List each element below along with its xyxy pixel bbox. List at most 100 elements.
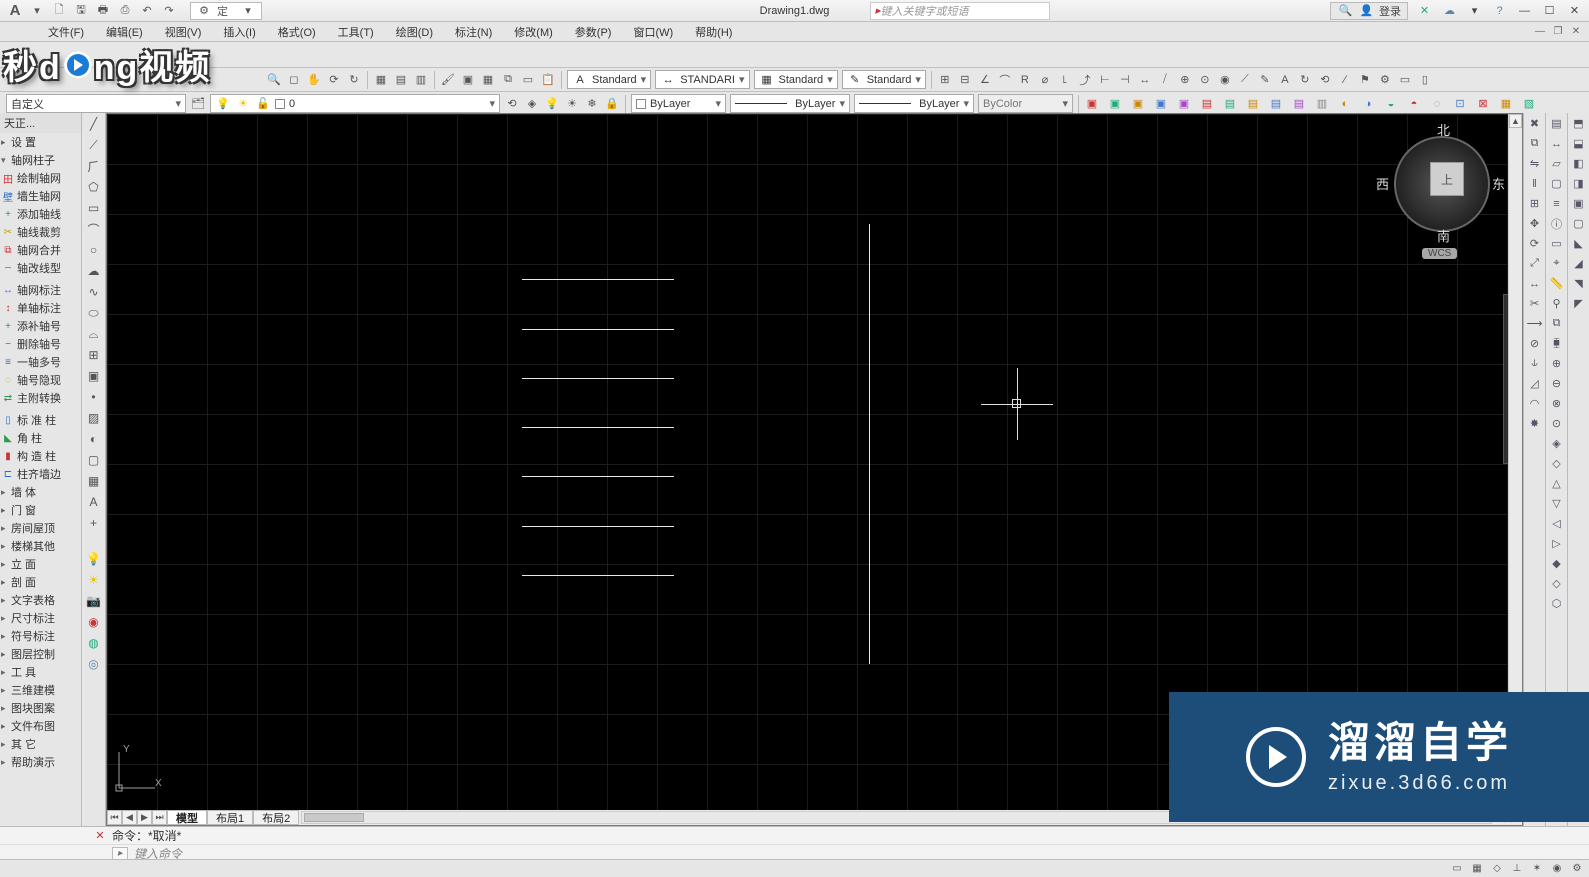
tool-blue2-icon[interactable]: ▤ [1267, 95, 1285, 113]
filter-combo[interactable]: 自定义 ▾ [6, 94, 186, 113]
tz-stair[interactable]: 楼梯其他 [0, 537, 81, 555]
tool-y2-icon[interactable]: ▦ [1497, 95, 1515, 113]
region-tool-icon[interactable]: ▢ [1548, 175, 1565, 192]
left-view-icon[interactable]: ◧ [1570, 155, 1587, 172]
layer-isol-icon[interactable]: ◈ [523, 95, 541, 113]
tab-scroll-prev-icon[interactable]: ◀ [122, 810, 137, 825]
tz-wall[interactable]: 墙 体 [0, 483, 81, 501]
tool-r2-icon[interactable]: ⊠ [1474, 95, 1492, 113]
group-icon[interactable]: ⧉ [1548, 315, 1565, 332]
tz-hide-num[interactable]: ◌轴号隐现 [0, 371, 81, 389]
inspect-icon[interactable]: ◉ [1216, 71, 1234, 89]
layer-freeze-icon[interactable]: ❄ [583, 95, 601, 113]
ungroup-icon[interactable]: ⧯ [1548, 335, 1565, 352]
tz-corner-col[interactable]: ◣角 柱 [0, 429, 81, 447]
tz-elev[interactable]: 立 面 [0, 555, 81, 573]
tz-3d[interactable]: 三维建模 [0, 681, 81, 699]
center-mark-icon[interactable]: ⊙ [1196, 71, 1214, 89]
prop-icon[interactable]: ▦ [372, 71, 390, 89]
mdi-restore-icon[interactable]: ❐ [1551, 24, 1565, 38]
dim-space-icon[interactable]: ↔ [1136, 71, 1154, 89]
tool-b2-icon[interactable]: ⊡ [1451, 95, 1469, 113]
tool-green-icon[interactable]: ▣ [1106, 95, 1124, 113]
dim-break-icon[interactable]: ⧸ [1156, 71, 1174, 89]
material-icon[interactable]: ◍ [85, 634, 103, 652]
tz-settings[interactable]: 设 置 [0, 133, 81, 151]
extend-icon[interactable]: ⟶ [1526, 315, 1543, 332]
tool-f-icon[interactable]: ◇ [1548, 455, 1565, 472]
dim-angular-icon[interactable]: ∠ [976, 71, 994, 89]
sw-iso-icon[interactable]: ◣ [1570, 235, 1587, 252]
dim-linear-icon[interactable]: ⊞ [936, 71, 954, 89]
zoom-window-icon[interactable]: ◻ [285, 71, 303, 89]
tz-single-dim[interactable]: ↕单轴标注 [0, 299, 81, 317]
point-icon[interactable]: • [85, 388, 103, 406]
layer-lock-icon[interactable]: 🔒 [603, 95, 621, 113]
dim-baseline-icon[interactable]: ⊢ [1096, 71, 1114, 89]
tool-i-icon[interactable]: ◁ [1548, 515, 1565, 532]
match-icon[interactable]: 🖌 [439, 71, 457, 89]
maximize-icon[interactable]: ☐ [1541, 2, 1558, 19]
layer-props-icon[interactable]: 🗂 [189, 95, 207, 113]
gradient-icon[interactable]: ◐ [85, 430, 103, 448]
tool-orange2-icon[interactable]: ▤ [1244, 95, 1262, 113]
help-icon[interactable]: ? [1491, 2, 1508, 19]
mtext-icon[interactable]: A [85, 493, 103, 511]
copy-icon[interactable]: ⧉ [1526, 135, 1543, 152]
tz-grid-dim[interactable]: ↔轴网标注 [0, 281, 81, 299]
layer-icon[interactable]: ▥ [412, 71, 430, 89]
dim-style-icon[interactable]: ⚙ [1376, 71, 1394, 89]
tolerance-icon[interactable]: ⊕ [1176, 71, 1194, 89]
tool-orange-icon[interactable]: ▣ [1129, 95, 1147, 113]
tab-scroll-last-icon[interactable]: ⏭ [152, 810, 167, 825]
orbit-icon[interactable]: ⟳ [325, 71, 343, 89]
color-combo[interactable]: ByLayer ▾ [631, 94, 726, 113]
dim-continue-icon[interactable]: ⊣ [1116, 71, 1134, 89]
table-icon[interactable]: ▦ [85, 472, 103, 490]
quick-select-icon[interactable]: ⚲ [1548, 295, 1565, 312]
tz-symbol[interactable]: 符号标注 [0, 627, 81, 645]
pan-icon[interactable]: ✋ [305, 71, 323, 89]
qat-open-icon[interactable]: 🗋 [50, 2, 68, 20]
break-icon[interactable]: ⊘ [1526, 335, 1543, 352]
id-icon[interactable]: ⓘ [1548, 215, 1565, 232]
layer-on-icon[interactable]: ☀ [563, 95, 581, 113]
arc-icon[interactable]: ⌒ [85, 220, 103, 238]
tz-other[interactable]: 其 它 [0, 735, 81, 753]
menu-insert[interactable]: 插入(I) [223, 24, 255, 40]
region-icon[interactable]: ▢ [85, 451, 103, 469]
addselected-icon[interactable]: + [85, 514, 103, 532]
minimize-icon[interactable]: — [1516, 2, 1533, 19]
qat-save-icon[interactable]: 🖫 [72, 2, 90, 20]
mdi-close-icon[interactable]: ✕ [1569, 24, 1583, 38]
tz-file[interactable]: 文件布图 [0, 717, 81, 735]
tool-y1-icon[interactable]: ◐ [1336, 95, 1354, 113]
tool-m-icon[interactable]: ⬡ [1548, 595, 1565, 612]
dimstyle-combo[interactable]: ↔ STANDARI ▾ [655, 70, 749, 89]
tool-purple-icon[interactable]: ▣ [1175, 95, 1193, 113]
qat-plot-icon[interactable]: ⎙ [116, 2, 134, 20]
mdi-minimize-icon[interactable]: — [1533, 24, 1547, 38]
hatch-icon[interactable]: ▨ [85, 409, 103, 427]
tz-wall-grid[interactable]: 壁墙生轴网 [0, 187, 81, 205]
tz-layer[interactable]: 图层控制 [0, 645, 81, 663]
dropdown-icon[interactable]: ▾ [1466, 2, 1483, 19]
visual-icon[interactable]: ◎ [85, 655, 103, 673]
block-icon[interactable]: ▣ [459, 71, 477, 89]
viewport-icon[interactable]: ▭ [1548, 235, 1565, 252]
tool-e-icon[interactable]: ◈ [1548, 435, 1565, 452]
dim-edit-icon[interactable]: ✎ [1256, 71, 1274, 89]
paste-icon[interactable]: 📋 [539, 71, 557, 89]
tz-main-aux[interactable]: ⇄主附转换 [0, 389, 81, 407]
tz-std-col[interactable]: ▯标 准 柱 [0, 411, 81, 429]
linetype-combo[interactable]: ByLayer ▾ [730, 94, 850, 113]
design-icon[interactable]: ▦ [479, 71, 497, 89]
trim-icon[interactable]: ✂ [1526, 295, 1543, 312]
insert-block-icon[interactable]: ⊞ [85, 346, 103, 364]
tz-text[interactable]: 文字表格 [0, 591, 81, 609]
distance-icon[interactable]: ↔ [1548, 135, 1565, 152]
menu-modify[interactable]: 修改(M) [514, 24, 553, 40]
ne-iso-icon[interactable]: ◥ [1570, 275, 1587, 292]
tab-scroll-next-icon[interactable]: ▶ [137, 810, 152, 825]
tz-block[interactable]: 图块图案 [0, 699, 81, 717]
